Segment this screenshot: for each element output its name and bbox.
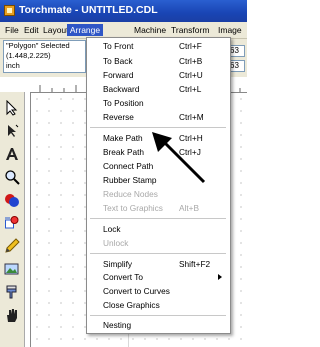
menu-separator [90,218,226,219]
shortcut-text-to-graphics: Alt+B [179,203,200,213]
selection-coords: (1.448,2.225) [6,51,51,60]
menu-item-make-path[interactable]: Make Path [103,132,143,144]
shortcut-forward: Ctrl+U [179,70,203,80]
menu-item-to-position[interactable]: To Position [103,97,144,109]
height-field[interactable]: 63 [229,60,245,72]
image-icon[interactable] [3,259,21,279]
menu-image[interactable]: Image [216,24,244,36]
title-bar: Torchmate - UNTITLED.CDL [0,0,247,22]
shortcut-to-front: Ctrl+F [179,41,202,51]
color-fill-icon[interactable] [3,190,21,210]
menu-item-simplify[interactable]: Simplify [103,258,132,270]
menu-item-reverse[interactable]: Reverse [103,111,134,123]
app-icon [4,5,15,16]
menu-item-unlock: Unlock [103,238,129,248]
width-field[interactable]: 63 [229,45,245,57]
menu-item-forward[interactable]: Forward [103,69,133,81]
menu-item-convert-to-curves[interactable]: Convert to Curves [103,285,170,297]
menu-transform[interactable]: Transform [169,24,211,36]
annotation-arrow-icon [152,132,206,184]
zoom-icon[interactable] [3,167,21,187]
shortcut-to-back: Ctrl+B [179,56,203,66]
shape-icon[interactable] [3,213,21,233]
menu-separator [90,127,226,128]
shortcut-reverse: Ctrl+M [179,112,204,122]
menu-item-to-back[interactable]: To Back [103,55,133,67]
window-title: Torchmate - UNTITLED.CDL [19,4,158,16]
toolbox [0,92,25,347]
menu-edit[interactable]: Edit [22,24,41,36]
menu-item-nesting[interactable]: Nesting [103,319,131,331]
node-edit-icon[interactable] [3,121,21,141]
selection-name: "Polygon" Selected [6,41,70,50]
menu-item-connect-path[interactable]: Connect Path [103,160,153,172]
menu-item-break-path[interactable]: Break Path [103,146,144,158]
menu-item-to-front[interactable]: To Front [103,40,133,52]
menu-item-backward[interactable]: Backward [103,83,139,95]
menu-item-close-graphics[interactable]: Close Graphics [103,299,160,311]
menu-item-text-to-graphics: Text to Graphics [103,203,163,213]
selection-info: "Polygon" Selected (1.448,2.225) inch [3,40,86,73]
menu-item-lock[interactable]: Lock [103,223,121,235]
menu-machine[interactable]: Machine [132,24,168,36]
select-arrow-icon[interactable] [3,98,21,118]
menu-separator [90,315,226,316]
submenu-arrow-icon [218,274,222,280]
selection-units: inch [6,61,20,70]
vertical-ruler [24,92,31,347]
hand-icon[interactable] [3,305,21,325]
paint-icon[interactable] [3,282,21,302]
menu-file[interactable]: File [3,24,21,36]
pencil-icon[interactable] [3,236,21,256]
menu-item-convert-to[interactable]: Convert To [103,271,143,283]
text-icon[interactable] [3,144,21,164]
menu-item-rubber-stamp[interactable]: Rubber Stamp [103,174,157,186]
menu-separator [90,253,226,254]
menu-arrange[interactable]: Arrange [67,24,103,36]
shortcut-backward: Ctrl+L [179,84,202,94]
shortcut-simplify: Shift+F2 [179,259,211,269]
